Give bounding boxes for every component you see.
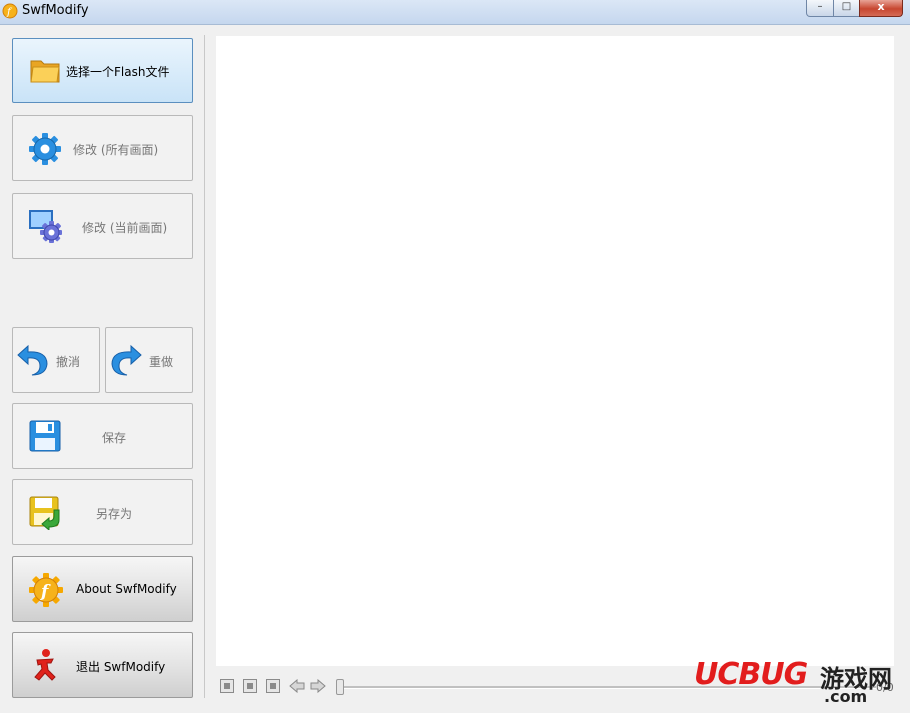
- sidebar: 选择一个Flash文件 修改 (所有画面) 修改 (当前画面) 撤消 重做 保存…: [0, 25, 204, 713]
- screen-gear-icon: [29, 210, 62, 243]
- frame-slider-thumb[interactable]: [336, 679, 344, 695]
- exit-swfmodify-button[interactable]: 退出 SwfModify: [12, 632, 193, 698]
- modify-all-frames-label: 修改 (所有画面): [73, 143, 159, 157]
- open-flash-file-label: 选择一个Flash文件: [66, 65, 170, 79]
- modify-all-frames-button[interactable]: 修改 (所有画面): [12, 115, 193, 181]
- about-swfmodify-button[interactable]: f About SwfModify: [12, 556, 193, 622]
- panel-divider: [204, 35, 205, 698]
- play-icon: [224, 683, 230, 689]
- undo-label: 撤消: [56, 355, 81, 369]
- rewind-button[interactable]: [266, 679, 280, 693]
- play-button[interactable]: [220, 679, 234, 693]
- save-as-button[interactable]: 另存为: [12, 479, 193, 545]
- swfmodify-app-icon: f: [2, 3, 18, 19]
- swf-logo-icon: f: [29, 573, 63, 607]
- title-bar: f SwfModify – □ x: [0, 0, 910, 25]
- close-button[interactable]: x: [859, 0, 903, 17]
- maximize-button[interactable]: □: [833, 0, 860, 17]
- rewind-icon: [270, 683, 276, 689]
- watermark-brand: UCBUG: [694, 657, 808, 692]
- modify-current-frame-label: 修改 (当前画面): [82, 221, 168, 235]
- about-swfmodify-label: About SwfModify: [76, 582, 177, 596]
- ucbug-watermark: UCBUG 游戏网 .com: [694, 657, 904, 707]
- stop-icon: [247, 683, 253, 689]
- undo-button[interactable]: 撤消: [12, 327, 100, 393]
- redo-label: 重做: [149, 355, 174, 369]
- previous-frame-arrow-icon[interactable]: [289, 679, 305, 693]
- stop-button[interactable]: [243, 679, 257, 693]
- exit-swfmodify-label: 退出 SwfModify: [76, 660, 166, 674]
- folder-icon: [30, 60, 60, 83]
- running-man-exit-icon: [34, 649, 56, 681]
- gear-icon: [29, 133, 61, 165]
- save-as-label: 另存为: [96, 507, 133, 521]
- flash-preview-canvas: [216, 36, 894, 666]
- save-button[interactable]: 保存: [12, 403, 193, 469]
- save-label: 保存: [102, 431, 127, 445]
- floppy-disk-icon: [29, 420, 61, 452]
- watermark-tld: .com: [824, 687, 868, 706]
- open-flash-file-button[interactable]: 选择一个Flash文件: [12, 38, 193, 103]
- vertical-scrollbar[interactable]: [896, 36, 908, 666]
- undo-arrow-icon: [17, 344, 48, 376]
- modify-current-frame-button[interactable]: 修改 (当前画面): [12, 193, 193, 259]
- redo-arrow-icon: [111, 344, 142, 376]
- save-as-icon: [29, 496, 60, 530]
- minimize-button[interactable]: –: [806, 0, 834, 17]
- redo-button[interactable]: 重做: [105, 327, 193, 393]
- next-frame-arrow-icon[interactable]: [310, 679, 326, 693]
- window-title: SwfModify: [22, 3, 89, 18]
